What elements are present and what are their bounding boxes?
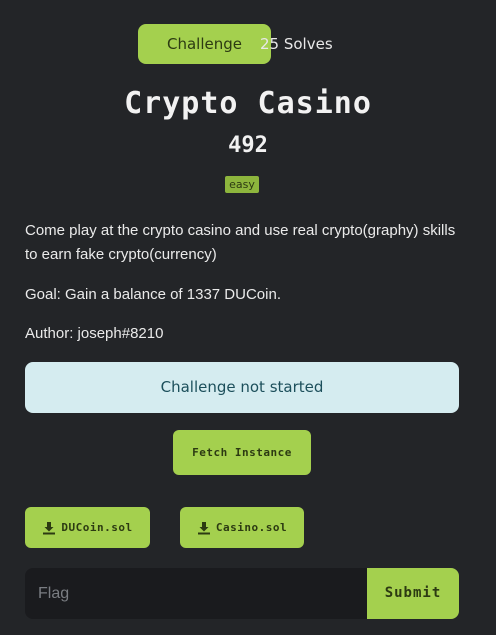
tab-solves[interactable]: 25 Solves <box>260 24 333 64</box>
flag-input[interactable] <box>25 568 367 619</box>
download-icon <box>43 521 56 534</box>
download-casino-button[interactable]: Casino.sol <box>180 507 304 548</box>
file-name: Casino.sol <box>215 521 288 534</box>
file-name: DUCoin.sol <box>61 521 133 534</box>
challenge-goal: Goal: Gain a balance of 1337 DUCoin. <box>25 286 281 303</box>
challenge-author: Author: joseph#8210 <box>25 325 164 342</box>
flag-form: Submit <box>25 568 459 619</box>
fetch-instance-button[interactable]: Fetch Instance <box>173 430 311 475</box>
challenge-title: Crypto Casino <box>124 86 372 121</box>
challenge-status: Challenge not started <box>25 362 459 413</box>
download-ducoin-button[interactable]: DUCoin.sol <box>25 507 150 548</box>
challenge-points: 492 <box>228 133 268 158</box>
download-icon <box>197 521 210 534</box>
tab-challenge[interactable]: Challenge <box>138 24 271 64</box>
challenge-tabs: Challenge 25 Solves <box>0 24 496 64</box>
challenge-description: Come play at the crypto casino and use r… <box>25 222 456 263</box>
submit-button[interactable]: Submit <box>367 568 459 619</box>
difficulty-badge: easy <box>225 176 259 193</box>
